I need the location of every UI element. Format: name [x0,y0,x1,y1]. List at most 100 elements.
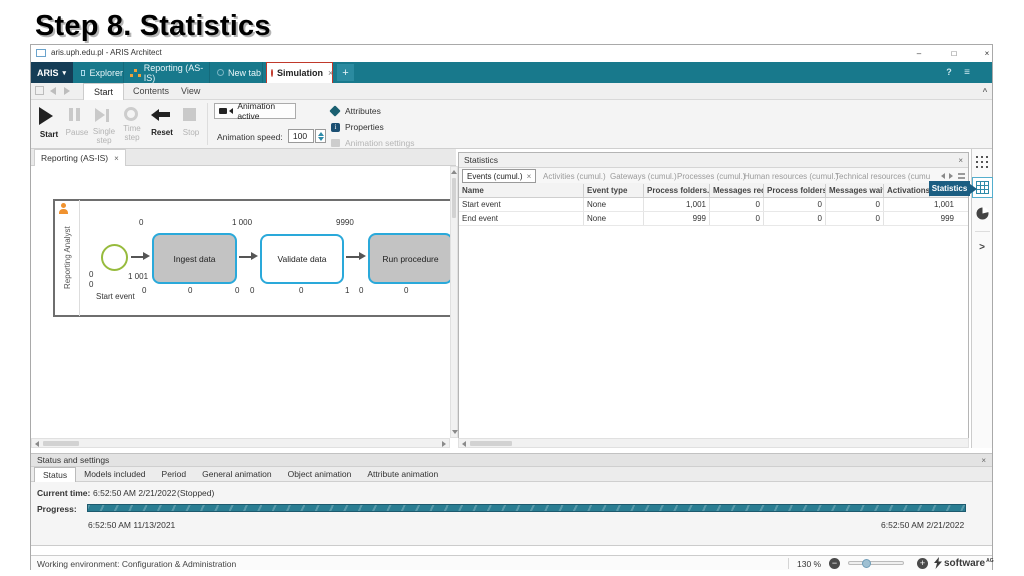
scroll-up-icon[interactable] [451,170,457,174]
redo-icon[interactable] [64,87,70,95]
animation-speed-stepper[interactable] [315,129,326,143]
add-tab-button[interactable]: + [337,64,354,81]
zoom-level: 130 % [797,559,821,569]
expand-chevron-icon[interactable]: > [976,241,988,253]
swimlane-label: Reporting Analyst [63,226,72,289]
tab-models-included[interactable]: Models included [76,466,153,482]
tab-attribute-animation[interactable]: Attribute animation [359,466,446,482]
layout-dots-icon[interactable] [976,155,988,167]
app-window: aris.uph.edu.pl - ARIS Architect – □ × A… [30,44,993,570]
close-button[interactable]: × [979,46,995,60]
tab-status[interactable]: Status [34,467,76,482]
pie-chart-icon[interactable] [976,207,989,220]
tab-explorer[interactable]: Explorer [77,62,124,83]
col-process-folders-1[interactable]: Process folders... [644,184,710,197]
col-name[interactable]: Name [459,184,584,197]
col-messages-waiting[interactable]: Messages waiti... [826,184,884,197]
close-tab-icon[interactable]: × [527,172,532,181]
stat-tab-gateways[interactable]: Gateways (cumul.) [610,172,677,181]
statistics-hscrollbar[interactable] [458,438,969,448]
diagram-hscrollbar[interactable] [31,438,450,448]
document-tab-reporting[interactable]: Reporting (AS-IS) × [34,149,126,166]
tab-object-animation[interactable]: Object animation [280,466,360,482]
table-row[interactable]: End event None 999 0 0 0 999 [459,212,968,226]
tab-period[interactable]: Period [154,466,195,482]
close-panel-icon[interactable]: × [958,156,963,165]
aris-menu-button[interactable]: ARIS ▾ [31,62,73,83]
time-step-button[interactable]: Time step [119,105,145,149]
start-event-node[interactable] [101,244,128,271]
node-run-procedure[interactable]: Run procedure [368,233,450,284]
animation-speed-input[interactable]: 100 [288,129,314,143]
properties-button[interactable]: i Properties [331,122,384,132]
scrollbar-thumb[interactable] [452,178,456,218]
node-ingest-data[interactable]: Ingest data [152,233,237,284]
stat-tab-activities[interactable]: Activities (cumul.) [543,172,606,181]
stepper-up-icon[interactable] [318,132,324,136]
help-icon[interactable]: ? [943,65,955,79]
scrollbar-thumb[interactable] [43,441,79,446]
col-process-folders-2[interactable]: Process folders... [764,184,826,197]
sim-counter: 0 [142,286,146,295]
animation-settings-button[interactable]: Animation settings [331,138,414,148]
document-tab-strip: Reporting (AS-IS) × [31,149,456,166]
zoom-out-button[interactable]: − [829,558,840,569]
stat-tab-events[interactable]: Events (cumul.) × [462,169,536,183]
ribbon-tab-view[interactable]: View [171,83,210,99]
stat-tab-human-resources[interactable]: Human resources (cumul.) [744,172,838,181]
sim-counter: 1 001 [128,272,148,281]
node-validate-data[interactable]: Validate data [260,234,344,284]
reset-button[interactable]: Reset [149,105,175,145]
scroll-left-icon[interactable] [462,441,466,447]
undo-icon[interactable] [50,87,56,95]
tab-new-tab[interactable]: New tab [213,62,263,83]
start-button[interactable]: Start [37,105,61,145]
save-icon[interactable] [35,86,44,95]
status-panel-header: Status and settings × [31,453,992,467]
collapse-ribbon-icon[interactable]: ^ [979,85,991,97]
tab-reporting-as-is[interactable]: Reporting (AS-IS) [128,62,210,83]
animation-active-button[interactable]: Animation active [214,103,296,119]
scrollbar-thumb[interactable] [470,441,512,446]
maximize-button[interactable]: □ [946,46,962,60]
zoom-slider[interactable] [848,561,904,565]
diagram-canvas[interactable]: Reporting Analyst Ingest data Validate d… [31,166,450,438]
zoom-in-button[interactable]: + [917,558,928,569]
close-tab-icon[interactable]: × [328,68,333,78]
sim-counter: 0 [235,286,239,295]
scroll-left-icon[interactable] [35,441,39,447]
single-step-button[interactable]: Single step [91,105,117,149]
zoom-slider-handle[interactable] [862,559,871,568]
statistics-table-header: Name Event type Process folders... Messa… [459,183,968,198]
close-panel-icon[interactable]: × [981,456,986,465]
tab-scroll-left-icon[interactable] [941,173,945,179]
minimize-button[interactable]: – [911,46,927,60]
col-activations[interactable]: Activations [884,184,930,197]
reset-arrow-icon [151,109,175,121]
tab-general-animation[interactable]: General animation [194,466,279,482]
simulation-state: (Stopped) [177,488,214,498]
current-time-label: Current time: [37,488,90,498]
tab-simulation[interactable]: Simulation × [266,62,333,83]
menu-icon[interactable]: ≡ [961,65,973,79]
diagram-vscrollbar[interactable] [450,166,458,438]
software-ag-logo: software AG [934,557,994,569]
statistics-tooltip: Statistics [929,181,970,196]
stepper-down-icon[interactable] [318,137,324,141]
table-row[interactable]: Start event None 1,001 0 0 0 1,001 [459,198,968,212]
stat-tab-technical-resources[interactable]: Technical resources (cumu [835,172,935,181]
col-messages-received[interactable]: Messages recei... [710,184,764,197]
attributes-button[interactable]: Attributes [331,106,381,116]
close-document-icon[interactable]: × [114,154,119,163]
stat-tab-processes[interactable]: Processes (cumul.) [677,172,745,181]
tab-list-icon[interactable] [958,173,965,179]
ribbon-tab-start[interactable]: Start [83,83,124,100]
stop-button[interactable]: Stop [179,105,203,145]
tab-scroll-right-icon[interactable] [949,173,953,179]
scroll-right-icon[interactable] [442,441,446,447]
col-event-type[interactable]: Event type [584,184,644,197]
scroll-down-icon[interactable] [452,430,458,434]
pause-button[interactable]: Pause [65,105,89,145]
animation-settings-icon [331,139,340,147]
sim-counter: 1 [345,286,349,295]
